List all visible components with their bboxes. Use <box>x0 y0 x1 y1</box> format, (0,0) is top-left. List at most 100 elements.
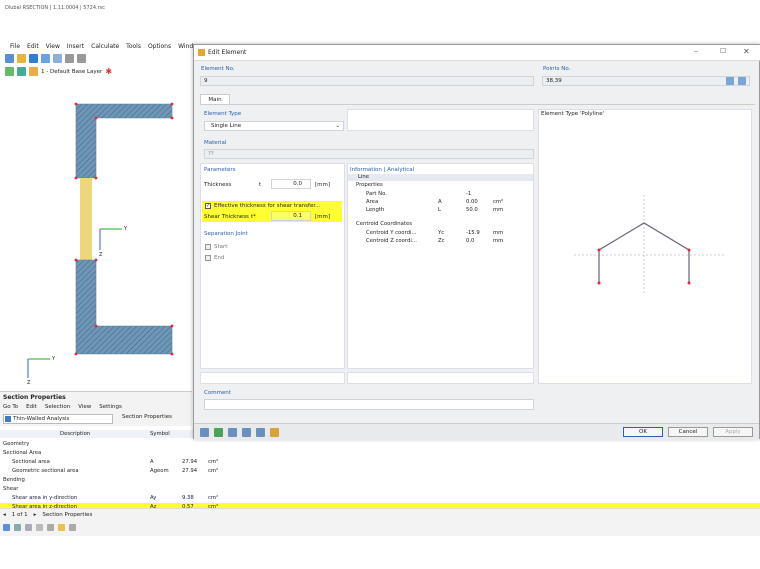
function-icon[interactable] <box>270 428 279 437</box>
row-unit: cm² <box>208 468 219 474</box>
check-icon[interactable] <box>214 428 223 437</box>
table-row[interactable]: Sectional area A 27.94 cm² <box>0 458 760 466</box>
minimize-icon[interactable]: – <box>694 47 698 56</box>
table-row[interactable]: Shear area in y-direction Ay 9.38 cm² <box>0 494 760 502</box>
menu-edit[interactable]: Edit <box>27 43 39 50</box>
shear-thickness-input[interactable]: 0.1 <box>271 211 311 221</box>
info-unit: mm <box>493 230 504 236</box>
info-properties: Properties <box>356 182 383 188</box>
first-page-icon[interactable]: ◂ <box>3 512 6 518</box>
edit-icon[interactable] <box>256 428 265 437</box>
layer-select[interactable]: 1 - Default Base Layer <box>41 69 102 75</box>
arc-icon[interactable] <box>36 524 43 531</box>
info-row: Centroid Y coordi... Yc -15.9 mm <box>348 229 533 237</box>
menu-file[interactable]: File <box>10 43 20 50</box>
edit-element-dialog: Edit Element – ☐ ✕ Element No. 9 Points … <box>193 44 760 440</box>
info-row: Area A 0.00 cm² <box>348 198 533 206</box>
info-row: Part No. -1 <box>348 190 533 198</box>
info-name: Centroid Z coordi... <box>366 238 417 244</box>
separation-joint-label: Separation Joint <box>204 231 248 237</box>
menu-selection[interactable]: Selection <box>45 404 70 410</box>
header-description: Description <box>60 431 91 437</box>
layer-icon[interactable] <box>5 67 14 76</box>
select-icon[interactable] <box>3 524 10 531</box>
section-properties-title: Section Properties <box>3 394 66 401</box>
pager: ◂ 1 of 1 ▸ Section Properties <box>3 512 92 518</box>
ok-button[interactable]: OK <box>623 427 663 437</box>
centroid-label: Centroid Coordinates <box>356 221 413 227</box>
line-icon[interactable] <box>25 524 32 531</box>
menu-calculate[interactable]: Calculate <box>91 43 119 50</box>
points-no-field[interactable]: 38,39 <box>542 76 750 86</box>
grid-icon[interactable] <box>14 524 21 531</box>
table-row[interactable]: Geometric sectional area Ageom 27.94 cm² <box>0 467 760 475</box>
material-label: Material <box>204 140 227 146</box>
print-icon[interactable] <box>41 54 50 63</box>
material-field[interactable]: ?? <box>204 149 534 159</box>
menu-view[interactable]: View <box>46 43 60 50</box>
menu-view2[interactable]: View <box>78 404 91 410</box>
apply-button[interactable]: Apply <box>713 427 753 437</box>
menu-tools[interactable]: Tools <box>126 43 141 50</box>
pick-points-icon[interactable] <box>726 77 734 85</box>
chevron-down-icon: ⌄ <box>335 123 340 129</box>
row-value: 27.94 <box>182 468 198 474</box>
global-axis-y-label: Y <box>52 356 56 362</box>
menu-goto[interactable]: Go To <box>3 404 18 410</box>
help-icon[interactable] <box>200 428 209 437</box>
save-icon[interactable] <box>29 54 38 63</box>
axis-y-label: Y <box>124 226 128 232</box>
visibility-icon[interactable] <box>17 67 26 76</box>
menu-settings[interactable]: Settings <box>99 404 122 410</box>
row-value: 9.38 <box>182 495 194 501</box>
comment-input[interactable] <box>204 399 534 410</box>
info-line-row[interactable]: Line <box>348 174 533 181</box>
row-description: Sectional area <box>12 459 50 465</box>
parameters-footer <box>200 372 345 384</box>
close-icon[interactable]: ✕ <box>743 47 750 56</box>
menu-edit2[interactable]: Edit <box>26 404 37 410</box>
new-icon[interactable] <box>5 54 14 63</box>
axis-z-label: Z <box>99 252 103 258</box>
shear-thickness-unit: [mm] <box>315 214 331 220</box>
pick-icon[interactable] <box>242 428 251 437</box>
lightbulb-icon[interactable] <box>29 67 38 76</box>
info-name: Length <box>366 207 385 213</box>
snap-icon[interactable] <box>69 524 76 531</box>
menu-insert[interactable]: Insert <box>67 43 84 50</box>
section-properties-tab[interactable]: Section Properties <box>122 414 172 420</box>
app-title: Dlubal RSECTION | 1.11.0004 | 5724.rsc <box>5 5 106 11</box>
thickness-input[interactable]: 0.0 <box>271 179 311 189</box>
measure-icon[interactable] <box>47 524 54 531</box>
reverse-icon[interactable] <box>738 77 746 85</box>
toolbar-main <box>0 52 200 65</box>
analysis-select[interactable]: Thin-Walled Analysis <box>3 414 113 424</box>
maximize-icon[interactable]: ☐ <box>720 47 726 55</box>
cancel-button[interactable]: Cancel <box>668 427 708 437</box>
pager-tab[interactable]: Section Properties <box>42 512 92 518</box>
copy-icon[interactable] <box>53 54 62 63</box>
undo-icon[interactable] <box>65 54 74 63</box>
section-canvas[interactable]: Y Z Y Z <box>0 78 192 390</box>
table-row[interactable]: Shear <box>0 485 760 493</box>
next-page-icon[interactable]: ▸ <box>34 512 37 518</box>
element-type-select[interactable]: Single Line ⌄ <box>204 121 344 131</box>
info-unit: mm <box>493 207 504 213</box>
start-checkbox[interactable] <box>205 244 211 250</box>
menu-options[interactable]: Options <box>148 43 171 50</box>
row-symbol: Ay <box>150 495 157 501</box>
row-value: 27.94 <box>182 459 198 465</box>
end-checkbox[interactable] <box>205 255 211 261</box>
info-icon[interactable] <box>228 428 237 437</box>
open-icon[interactable] <box>17 54 26 63</box>
effective-thickness-checkbox[interactable]: ✓ <box>205 203 211 209</box>
thickness-symbol: t <box>259 182 262 188</box>
table-row[interactable]: Bending <box>0 476 760 484</box>
app-titlebar: Dlubal RSECTION | 1.11.0004 | 5724.rsc <box>0 0 760 40</box>
redo-icon[interactable] <box>77 54 86 63</box>
table-row[interactable]: Sectional Area <box>0 449 760 457</box>
point-icon[interactable] <box>58 524 65 531</box>
table-row[interactable]: Geometry <box>0 440 760 448</box>
row-symbol: A <box>150 459 154 465</box>
pin-icon[interactable]: ✱ <box>105 67 112 76</box>
